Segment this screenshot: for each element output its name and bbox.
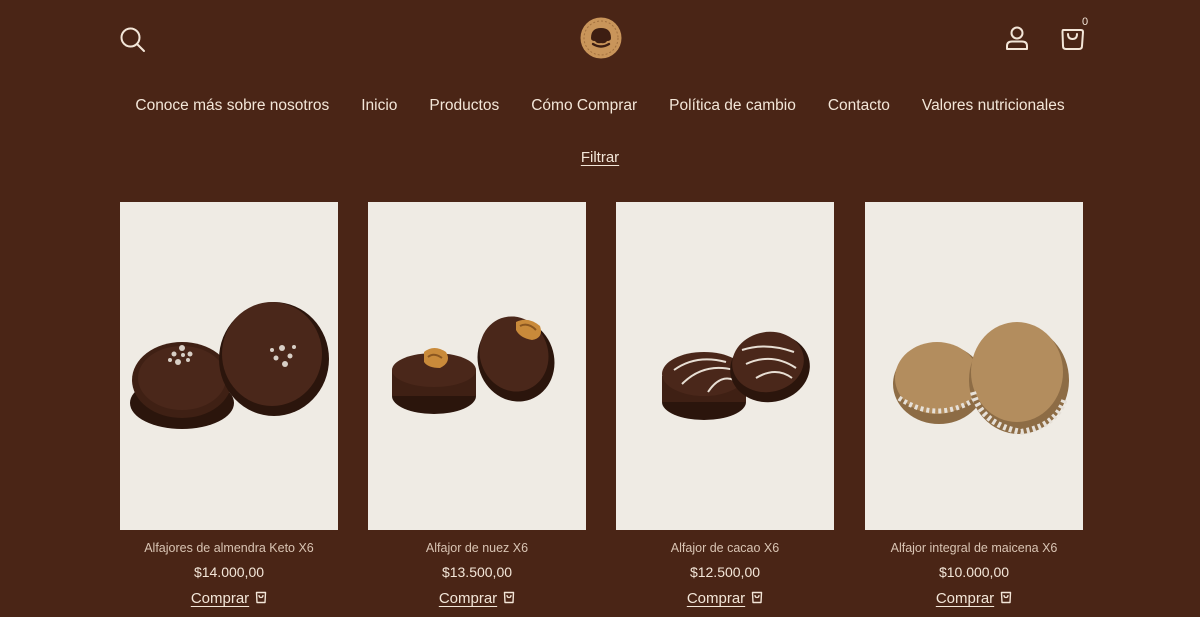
product-image[interactable] (120, 202, 338, 530)
cart-count-badge: 0 (1082, 16, 1089, 28)
buy-button[interactable]: Comprar (120, 590, 338, 607)
account-button[interactable] (1003, 24, 1031, 52)
shopping-bag-icon (1061, 29, 1084, 50)
product-card: Alfajor de nuez X6 $13.500,00 Comprar (368, 202, 586, 607)
product-price: $12.500,00 (689, 564, 761, 580)
product-name[interactable]: Alfajores de almendra Keto X6 (120, 541, 338, 555)
product-image[interactable] (616, 202, 834, 530)
product-name[interactable]: Alfajor integral de maicena X6 (865, 541, 1083, 555)
product-card: Alfajores de almendra Keto X6 $14.000,00… (120, 202, 338, 607)
cart-button[interactable] (1058, 24, 1088, 54)
filter-bar: Filtrar (0, 149, 1200, 166)
product-name[interactable]: Alfajor de nuez X6 (368, 541, 586, 555)
logo-icon (580, 17, 622, 59)
buy-button[interactable]: Comprar (368, 590, 586, 607)
product-price: $14.000,00 (193, 564, 265, 580)
nav-item-como-comprar[interactable]: Cómo Comprar (515, 97, 653, 115)
buy-label: Comprar (438, 590, 498, 607)
nav-item-inicio[interactable]: Inicio (345, 97, 413, 115)
product-card: Alfajor integral de maicena X6 $10.000,0… (865, 202, 1083, 607)
nav-item-nosotros[interactable]: Conoce más sobre nosotros (119, 97, 345, 115)
nav-item-valores-nutricionales[interactable]: Valores nutricionales (906, 97, 1081, 115)
nav-item-politica-cambio[interactable]: Política de cambio (653, 97, 812, 115)
buy-label: Comprar (935, 590, 995, 607)
shopping-bag-icon (751, 591, 763, 604)
product-price: $10.000,00 (938, 564, 1010, 580)
product-name[interactable]: Alfajor de cacao X6 (616, 541, 834, 555)
user-icon (1006, 26, 1028, 50)
product-image[interactable] (865, 202, 1083, 530)
product-price: $13.500,00 (441, 564, 513, 580)
buy-label: Comprar (686, 590, 746, 607)
nav-item-contacto[interactable]: Contacto (812, 97, 906, 115)
nav-item-productos[interactable]: Productos (413, 97, 515, 115)
shopping-bag-icon (1000, 591, 1012, 604)
product-card: Alfajor de cacao X6 $12.500,00 Comprar (616, 202, 834, 607)
shopping-bag-icon (255, 591, 267, 604)
product-image[interactable] (368, 202, 586, 530)
search-button[interactable] (118, 25, 148, 55)
shopping-bag-icon (503, 591, 515, 604)
buy-label: Comprar (190, 590, 250, 607)
buy-button[interactable]: Comprar (616, 590, 834, 607)
search-icon (120, 27, 145, 52)
filter-link[interactable]: Filtrar (581, 149, 619, 166)
logo[interactable] (580, 17, 622, 59)
buy-button[interactable]: Comprar (865, 590, 1083, 607)
main-nav: Conoce más sobre nosotros Inicio Product… (0, 97, 1200, 115)
